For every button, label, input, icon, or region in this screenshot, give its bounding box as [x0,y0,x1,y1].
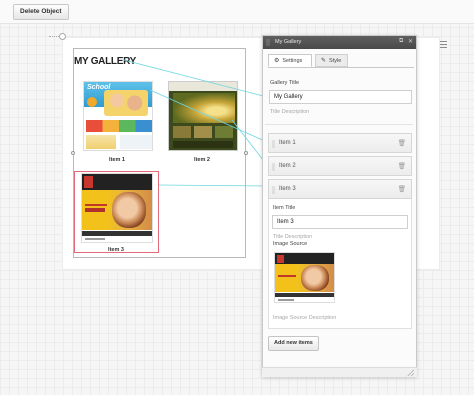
tab-settings[interactable]: ⚙ Settings [268,54,312,67]
add-new-items-button[interactable]: Add new items [268,336,319,351]
image-source-label: Image Source [273,241,308,247]
title-description: Title Description [270,109,310,115]
resize-grip-icon[interactable] [407,369,414,376]
trash-icon[interactable]: 🗑 [398,139,406,147]
close-icon[interactable]: ✕ [408,38,413,45]
item-row-3[interactable]: Item 3 🗑 [268,179,412,199]
tab-settings-label: Settings [282,58,303,64]
drag-handle-icon[interactable] [272,186,275,194]
gear-icon: ⚙ [274,58,280,64]
item-row-2[interactable]: Item 2 🗑 [268,156,412,176]
panel-header[interactable]: My Gallery ⧉ ✕ [263,36,416,49]
item-row-label: Item 1 [279,140,296,146]
drag-grip-icon[interactable] [266,39,270,46]
item-title-label: Item Title [273,205,296,211]
trash-icon[interactable]: 🗑 [398,185,406,193]
item-title-input[interactable]: Item 3 [272,215,408,229]
brush-icon: ✎ [321,58,327,64]
drag-handle-icon[interactable] [272,140,275,148]
tab-style[interactable]: ✎ Style [315,54,348,67]
item-row-label: Item 3 [279,186,296,192]
pin-icon[interactable]: ⧉ [399,38,403,45]
gallery-title-label: Gallery Title [270,80,300,86]
item-row-1[interactable]: Item 1 🗑 [268,133,412,153]
image-source-preview[interactable] [274,252,335,303]
image-source-description: Image Source Description [273,315,337,321]
panel-footer [262,367,417,377]
item-row-label: Item 2 [279,163,296,169]
tab-style-label: Style [329,58,342,64]
trash-icon[interactable]: 🗑 [398,162,406,170]
drag-handle-icon[interactable] [272,163,275,171]
panel-title: My Gallery [275,39,302,45]
gallery-title-input[interactable]: My Gallery [269,90,412,104]
item-title-description: Title Description [273,234,313,240]
